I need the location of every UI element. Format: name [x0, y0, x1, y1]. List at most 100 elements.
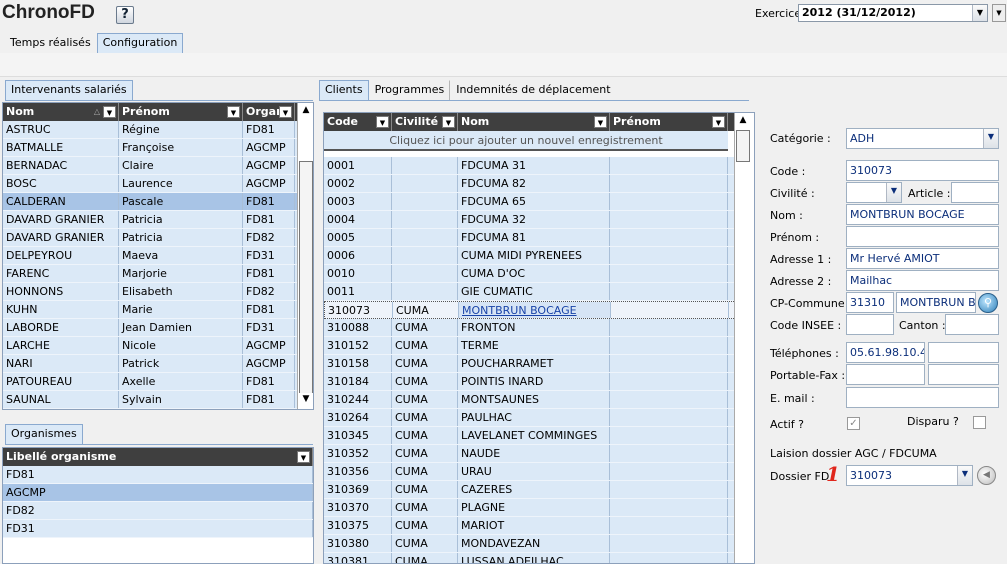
- filter-icon[interactable]: ▼: [442, 116, 455, 128]
- col-libelle[interactable]: Libellé organisme ▼: [3, 448, 313, 466]
- table-row[interactable]: NARI Patrick AGCMP: [3, 355, 313, 373]
- adresse1-field[interactable]: Mr Hervé AMIOT: [846, 248, 999, 269]
- email-field[interactable]: [846, 387, 999, 408]
- table-row[interactable]: 310381 CUMA LUSSAN ADEILHAC: [324, 553, 754, 563]
- exercice-select[interactable]: 2012 (31/12/2012) ▼: [798, 4, 988, 22]
- scroll-down-icon[interactable]: ▼: [299, 393, 313, 408]
- col-nom-client[interactable]: Nom ▼: [458, 113, 610, 131]
- table-row[interactable]: 0004 FDCUMA 32: [324, 211, 754, 229]
- tab-organismes[interactable]: Organismes: [5, 424, 83, 444]
- filter-icon[interactable]: ▼: [227, 106, 240, 118]
- telephone2-field[interactable]: [928, 342, 999, 363]
- chevron-down-icon[interactable]: ▼: [957, 466, 972, 485]
- table-row[interactable]: ASTRUC Régine FD81: [3, 121, 313, 139]
- portable-field[interactable]: [846, 364, 925, 385]
- insee-field[interactable]: [846, 314, 894, 335]
- table-row[interactable]: 310244 CUMA MONTSAUNES: [324, 391, 754, 409]
- table-row[interactable]: 310158 CUMA POUCHARRAMET: [324, 355, 754, 373]
- filter-icon[interactable]: ▼: [376, 116, 389, 128]
- commune-field[interactable]: MONTBRUN BOC: [896, 292, 976, 313]
- adresse2-field[interactable]: Mailhac: [846, 270, 999, 291]
- table-row[interactable]: 310356 CUMA URAU: [324, 463, 754, 481]
- col-organ[interactable]: Organ ▼: [243, 103, 295, 121]
- table-row[interactable]: 310370 CUMA PLAGNE: [324, 499, 754, 517]
- go-back-icon[interactable]: ◀: [977, 466, 996, 485]
- table-row[interactable]: 0005 FDCUMA 81: [324, 229, 754, 247]
- chevron-down-icon[interactable]: ▼: [886, 183, 901, 202]
- scroll-up-icon[interactable]: ▲: [736, 114, 750, 129]
- table-row[interactable]: 0003 FDCUMA 65: [324, 193, 754, 211]
- chevron-down-icon[interactable]: ▼: [972, 5, 987, 21]
- col-code[interactable]: Code ▼: [324, 113, 392, 131]
- table-row[interactable]: 310264 CUMA PAULHAC: [324, 409, 754, 427]
- help-button[interactable]: ?: [116, 6, 134, 24]
- table-row[interactable]: 310380 CUMA MONDAVEZAN: [324, 535, 754, 553]
- table-row[interactable]: BERNADAC Claire AGCMP: [3, 157, 313, 175]
- filter-icon[interactable]: ▼: [712, 116, 725, 128]
- table-row[interactable]: 0006 CUMA MIDI PYRENEES: [324, 247, 754, 265]
- filter-icon[interactable]: ▼: [103, 106, 116, 118]
- table-row[interactable]: DAVARD GRANIER Patricia FD82: [3, 229, 313, 247]
- scroll-up-icon[interactable]: ▲: [299, 104, 313, 119]
- disparu-checkbox[interactable]: [973, 416, 986, 429]
- col-nom[interactable]: Nom △ ▼: [3, 103, 119, 121]
- prenom-field[interactable]: [846, 226, 999, 247]
- tab-clients[interactable]: Clients: [319, 80, 369, 100]
- table-row[interactable]: BATMALLE Françoise AGCMP: [3, 139, 313, 157]
- cp-field[interactable]: 31310: [846, 292, 894, 313]
- table-row[interactable]: HONNONS Elisabeth FD82: [3, 283, 313, 301]
- table-row[interactable]: AGCMP: [3, 484, 313, 502]
- table-row[interactable]: 310352 CUMA NAUDE: [324, 445, 754, 463]
- actif-checkbox[interactable]: ✓: [847, 417, 860, 430]
- table-row[interactable]: 310073 CUMA MONTBRUN BOCAGE: [324, 301, 754, 319]
- table-row[interactable]: KUHN Marie FD81: [3, 301, 313, 319]
- canton-field[interactable]: [945, 314, 999, 335]
- table-row[interactable]: 310375 CUMA MARIOT: [324, 517, 754, 535]
- table-row[interactable]: 310152 CUMA TERME: [324, 337, 754, 355]
- chevron-down-icon[interactable]: ▼: [983, 129, 998, 148]
- filter-icon[interactable]: ▼: [279, 106, 292, 118]
- table-row[interactable]: 310345 CUMA LAVELANET COMMINGES: [324, 427, 754, 445]
- table-row[interactable]: FARENC Marjorie FD81: [3, 265, 313, 283]
- tab-indemnites[interactable]: Indemnités de déplacement: [450, 80, 616, 100]
- filter-icon[interactable]: ▼: [297, 451, 310, 463]
- table-row[interactable]: DAVARD GRANIER Patricia FD81: [3, 211, 313, 229]
- table-row[interactable]: 310088 CUMA FRONTON: [324, 319, 754, 337]
- col-civilite[interactable]: Civilité ▼: [392, 113, 458, 131]
- dossier-fd-select[interactable]: 310073 ▼: [846, 465, 973, 486]
- categorie-select[interactable]: ADH ▼: [846, 128, 999, 149]
- civilite-select[interactable]: ▼: [846, 182, 902, 203]
- table-row[interactable]: LARCHE Nicole AGCMP: [3, 337, 313, 355]
- clients-scrollbar[interactable]: ▲: [734, 113, 754, 563]
- table-row[interactable]: 0002 FDCUMA 82: [324, 175, 754, 193]
- table-row[interactable]: FD82: [3, 502, 313, 520]
- article-field[interactable]: [951, 182, 999, 203]
- fax-field[interactable]: [928, 364, 999, 385]
- table-row[interactable]: BOSC Laurence AGCMP: [3, 175, 313, 193]
- filter-icon[interactable]: ▼: [594, 116, 607, 128]
- code-field[interactable]: 310073: [846, 160, 999, 181]
- table-row[interactable]: 0011 GIE CUMATIC: [324, 283, 754, 301]
- tab-intervenants[interactable]: Intervenants salariés: [5, 80, 133, 100]
- table-row[interactable]: SAUNAL Sylvain FD81: [3, 391, 313, 409]
- scroll-thumb[interactable]: [299, 161, 313, 399]
- table-row[interactable]: 310184 CUMA POINTIS INARD: [324, 373, 754, 391]
- table-row[interactable]: FD81: [3, 466, 313, 484]
- window-scroll-icon[interactable]: ▼: [992, 4, 1006, 22]
- col-prenom-client[interactable]: Prénom ▼: [610, 113, 728, 131]
- table-row[interactable]: 0010 CUMA D'OC: [324, 265, 754, 283]
- table-row[interactable]: PATOUREAU Axelle FD81: [3, 373, 313, 391]
- nom-field[interactable]: MONTBRUN BOCAGE: [846, 204, 999, 225]
- tab-configuration[interactable]: Configuration: [96, 33, 184, 53]
- tab-programmes[interactable]: Programmes: [369, 80, 451, 100]
- col-prenom[interactable]: Prénom ▼: [119, 103, 243, 121]
- telephone-field[interactable]: 05.61.98.10.45: [846, 342, 925, 363]
- table-row[interactable]: LABORDE Jean Damien FD31: [3, 319, 313, 337]
- table-row[interactable]: 0001 FDCUMA 31: [324, 157, 754, 175]
- add-record-row[interactable]: Cliquez ici pour ajouter un nouvel enreg…: [324, 131, 728, 151]
- table-row[interactable]: 310369 CUMA CAZERES: [324, 481, 754, 499]
- salaries-scrollbar[interactable]: ▲ ▼: [297, 103, 313, 409]
- table-row[interactable]: FD31: [3, 520, 313, 538]
- table-row[interactable]: CALDERAN Pascale FD81: [3, 193, 313, 211]
- tab-temps-realises[interactable]: Temps réalisés: [4, 33, 97, 53]
